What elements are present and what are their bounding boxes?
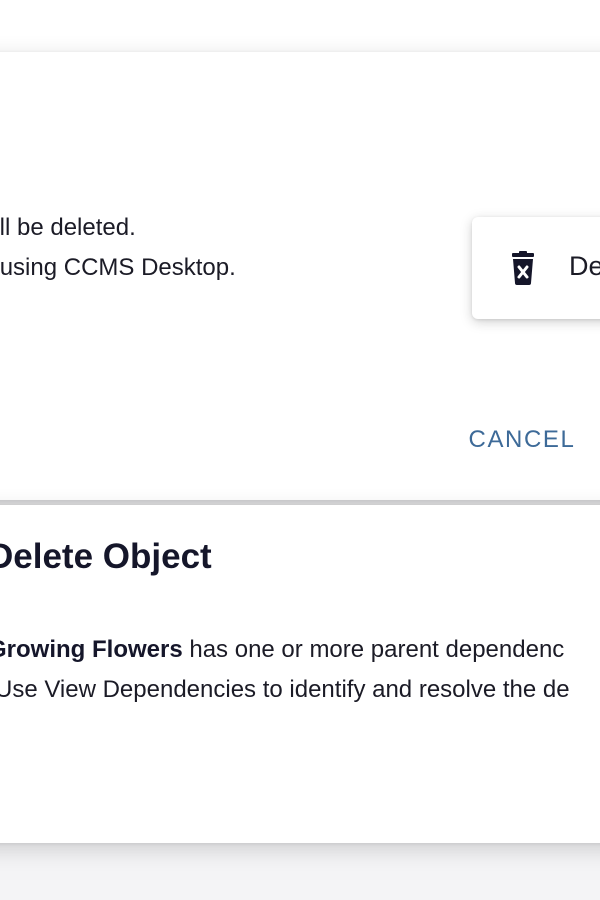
dependency-message-text: has one or more parent dependenc <box>182 636 565 663</box>
dependency-message-line-1: Growing Flowers has one or more parent d… <box>0 636 564 664</box>
dialog-message-line-1: will be deleted. <box>0 214 136 241</box>
menu-item-label: De <box>569 251 600 281</box>
context-menu: De <box>472 217 600 319</box>
dialog-message-line-2: ored using CCMS Desktop. <box>0 254 236 281</box>
app-screen: t will be deleted. ored using CCMS Deskt… <box>0 0 600 900</box>
trash-x-icon <box>512 251 534 285</box>
object-name: Growing Flowers <box>0 636 183 663</box>
cancel-button[interactable]: CANCEL <box>452 412 592 468</box>
delete-object-title: Delete Object <box>0 537 212 576</box>
backdrop-strip <box>0 0 600 52</box>
menu-item-delete[interactable]: De <box>472 217 600 319</box>
dependency-message-line-2: Use View Dependencies to identify and re… <box>0 676 570 703</box>
